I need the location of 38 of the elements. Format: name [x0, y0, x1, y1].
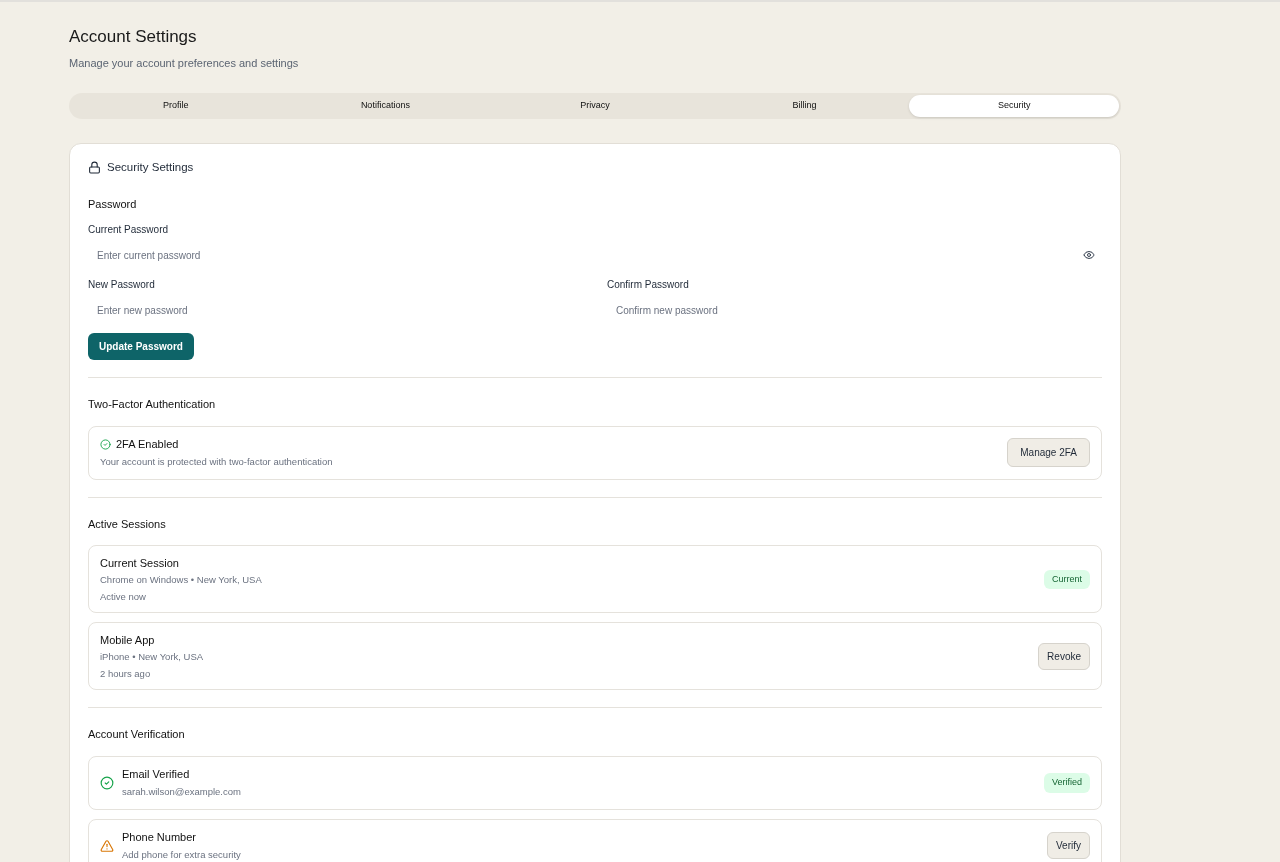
section-heading: Account Verification [88, 727, 186, 743]
tab[interactable]: Notifications [280, 95, 491, 117]
session-name: Mobile App [100, 632, 156, 648]
section-heading: Two-Factor Authentication [88, 397, 217, 413]
warning-icon [100, 838, 114, 853]
tab[interactable]: Profile [71, 95, 281, 117]
section-heading: Active Sessions [88, 516, 167, 532]
two-factor-status: 2FA Enabled [116, 436, 179, 452]
card-title: Security Settings [107, 159, 194, 175]
field-label: Current Password [88, 223, 170, 238]
session-device: Chrome on Windows • New York, USA [100, 573, 263, 588]
tab[interactable]: Billing [699, 95, 910, 117]
show-password-icon[interactable] [1083, 249, 1095, 262]
verification-title: Email Verified [122, 767, 191, 783]
status-badge: Verified [1043, 773, 1090, 793]
check-circle-icon [100, 775, 114, 790]
session-time: Active now [100, 589, 147, 604]
verification-title: Phone Number [122, 830, 197, 846]
manage-2fa-button[interactable]: Manage 2FA [1007, 438, 1090, 468]
session-name: Current Session [100, 555, 180, 571]
tab[interactable]: Security [909, 95, 1119, 117]
update-password-button[interactable]: Update Password [88, 333, 194, 361]
lock-icon [88, 160, 101, 174]
action-button[interactable]: Verify [1047, 832, 1090, 860]
verification-detail: Add phone for extra security [122, 847, 242, 862]
status-badge: Current [1044, 569, 1090, 589]
verification-detail: sarah.wilson@example.com [122, 784, 242, 799]
check-circle-icon [100, 438, 111, 450]
page-title: Account Settings [69, 26, 198, 48]
section-heading: Password [88, 196, 138, 212]
tab[interactable]: Privacy [490, 95, 700, 117]
session-device: iPhone • New York, USA [100, 650, 205, 665]
page-subtitle: Manage your account preferences and settings [69, 55, 300, 71]
session-time: 2 hours ago [100, 666, 152, 681]
action-button[interactable]: Revoke [1038, 642, 1090, 670]
field-label: Confirm Password [607, 278, 690, 293]
field-label: New Password [88, 278, 156, 293]
two-factor-description: Your account is protected with two-factor authentication [100, 455, 334, 470]
